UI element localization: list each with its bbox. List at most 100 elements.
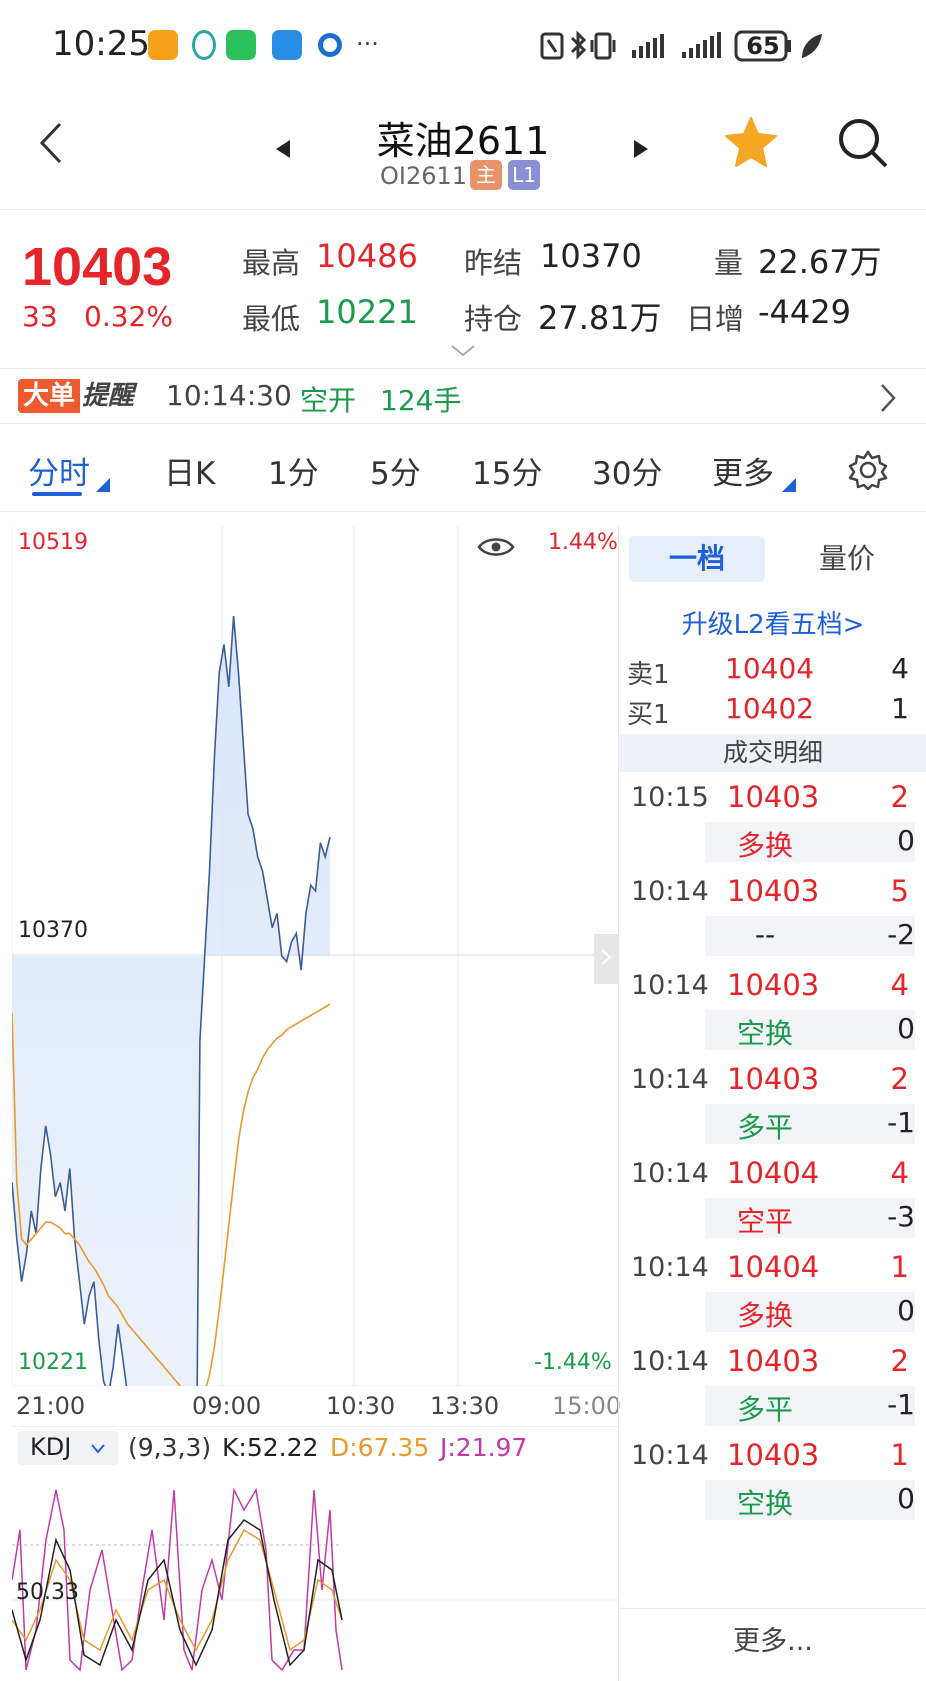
- trade-type: 多平: [736, 1111, 793, 1144]
- alert-badge-right: 提醒: [82, 381, 135, 411]
- search-icon[interactable]: [836, 116, 890, 170]
- trade-type: 空换: [736, 1017, 793, 1050]
- order-book-tabs: 一档 量价: [629, 536, 917, 582]
- trade-row: 10:14 10403 5 -- -2: [619, 872, 926, 962]
- pct-top-label: 1.44%: [548, 530, 618, 555]
- kdj-chart: [12, 1487, 618, 1672]
- tab-intraday-dropdown-icon[interactable]: [96, 478, 110, 492]
- trade-oi-change: -1: [887, 1106, 915, 1139]
- chevron-right-icon[interactable]: [878, 383, 898, 413]
- price-area: [12, 616, 330, 1665]
- app-orange-icon: [148, 30, 178, 60]
- tab-5min[interactable]: 5分: [370, 448, 421, 493]
- high-value: 10486: [316, 237, 418, 275]
- volume-value: 22.67万: [758, 243, 882, 281]
- tab-daily-k[interactable]: 日K: [164, 448, 215, 493]
- trade-detail: -- -2: [705, 916, 915, 956]
- kdj-j: J:21.97: [440, 1433, 528, 1462]
- trade-volume: 1: [890, 1250, 909, 1284]
- status-time: 10:25: [52, 24, 150, 64]
- trade-oi-change: -1: [887, 1388, 915, 1421]
- intraday-chart-svg: [11, 526, 618, 1665]
- high-label: 最高: [242, 246, 301, 280]
- trade-oi-change: 0: [897, 1012, 915, 1045]
- trade-row: 10:14 10404 4 空平 -3: [619, 1154, 926, 1244]
- instrument-code: OI2611: [380, 162, 468, 190]
- trade-price: 10403: [727, 1438, 820, 1472]
- upgrade-l2-link[interactable]: 升级L2看五档>: [619, 604, 926, 641]
- trade-detail: 多换 0: [705, 822, 915, 862]
- trade-time: 10:14: [631, 1064, 709, 1095]
- collapse-handle[interactable]: [594, 934, 618, 984]
- trade-oi-change: 0: [897, 824, 915, 857]
- browser-icon: [318, 33, 342, 57]
- more-dots-icon: ···: [356, 30, 379, 58]
- ask-price: 10404: [725, 652, 815, 685]
- trade-time: 10:14: [631, 970, 709, 1001]
- tab-1min[interactable]: 1分: [268, 448, 319, 493]
- gear-icon[interactable]: [848, 450, 888, 490]
- trade-oi-change: 0: [897, 1482, 915, 1515]
- tab-level1[interactable]: 一档: [629, 536, 765, 582]
- ask-volume: 4: [891, 652, 909, 685]
- alert-badge: 大单 提醒: [18, 379, 142, 413]
- trade-volume: 4: [890, 1156, 909, 1190]
- triangle-right-icon[interactable]: [632, 138, 650, 160]
- prev-settle-label: 昨结: [464, 246, 523, 280]
- signal-icon: [632, 34, 664, 58]
- tab-active-underline: [32, 492, 82, 496]
- intraday-chart[interactable]: 10519 1.44% 10370 10221 -1.44%: [11, 526, 618, 1665]
- open-interest-label: 持仓: [464, 302, 523, 336]
- trade-price: 10404: [727, 1250, 820, 1284]
- trade-row: 10:14 10404 1 多换 0: [619, 1248, 926, 1338]
- trade-type: 多换: [736, 829, 793, 862]
- trade-oi-change: -2: [887, 918, 915, 951]
- tab-more[interactable]: 更多: [712, 448, 774, 493]
- trade-volume: 2: [890, 1344, 909, 1378]
- nfc-icon: [540, 32, 564, 60]
- trade-detail: 多换 0: [705, 1292, 915, 1332]
- trade-detail: 空换 0: [705, 1010, 915, 1050]
- trade-price: 10403: [727, 1344, 820, 1378]
- big-order-alert[interactable]: 大单 提醒 10:14:30 空开 124手: [0, 368, 926, 424]
- star-icon[interactable]: [724, 116, 778, 168]
- tab-15min[interactable]: 15分: [472, 448, 542, 493]
- ask-label: 卖1: [627, 660, 670, 690]
- signal-icon-2: [682, 32, 721, 58]
- main-contract-tag: 主: [470, 160, 502, 190]
- trade-row: 10:14 10403 4 空换 0: [619, 966, 926, 1056]
- expand-chevron-icon[interactable]: [450, 344, 476, 358]
- low-label: 最低: [242, 302, 301, 336]
- trade-volume: 1: [890, 1438, 909, 1472]
- tab-30min[interactable]: 30分: [592, 448, 662, 493]
- trade-time: 10:14: [631, 1252, 709, 1283]
- open-interest-value: 27.81万: [538, 299, 662, 337]
- trade-type: --: [754, 918, 776, 951]
- kdj-selector[interactable]: KDJ: [18, 1431, 118, 1465]
- more-trades-link[interactable]: 更多...: [619, 1608, 926, 1658]
- alert-time: 10:14:30: [166, 379, 292, 412]
- tab-intraday[interactable]: 分时: [28, 448, 90, 493]
- y-bottom-label: 10221: [18, 1350, 88, 1375]
- trade-oi-change: 0: [897, 1294, 915, 1327]
- trade-time: 10:15: [631, 782, 709, 813]
- trade-price: 10404: [727, 1156, 820, 1190]
- x-label-1500: 15:00: [552, 1392, 622, 1420]
- trade-price: 10403: [727, 968, 820, 1002]
- trade-volume: 2: [890, 780, 909, 814]
- trade-price: 10403: [727, 874, 820, 908]
- battery-level: 65: [746, 32, 780, 60]
- trade-volume: 4: [890, 968, 909, 1002]
- instrument-header: 菜油2611 OI2611 主 L1: [0, 90, 926, 210]
- pct-bottom-label: -1.44%: [534, 1350, 612, 1375]
- trades-header: 成交明细: [619, 734, 926, 772]
- eye-icon[interactable]: [476, 534, 516, 560]
- period-tabs: 分时 日K 1分 5分 15分 30分 更多: [0, 436, 926, 512]
- kdj-d: D:67.35: [330, 1433, 430, 1462]
- last-price: 10403: [22, 237, 173, 297]
- tab-volume-price[interactable]: 量价: [779, 536, 915, 582]
- daily-inc-label: 日增: [686, 302, 745, 336]
- wechat-icon: [226, 30, 256, 60]
- tab-more-dropdown-icon[interactable]: [782, 478, 796, 492]
- price-change: 33: [22, 300, 58, 333]
